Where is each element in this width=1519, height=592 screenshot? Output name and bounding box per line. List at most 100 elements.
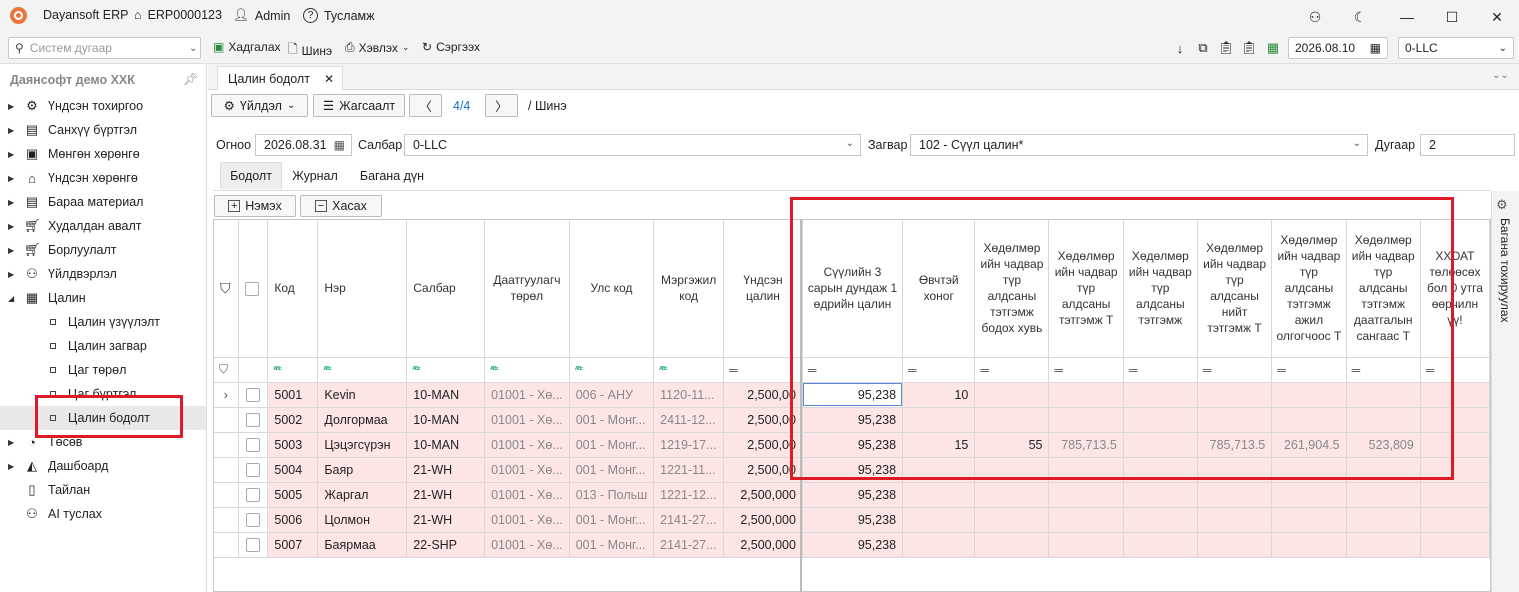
row-checkbox[interactable] — [246, 387, 261, 402]
robot-icon[interactable]: ⚇ — [1300, 6, 1330, 28]
row-indicator[interactable] — [214, 432, 239, 458]
table-cell[interactable]: 001 - Монг... — [569, 457, 655, 483]
sidebar-item-after-2[interactable]: ▯ Тайлан — [0, 478, 206, 502]
table-row[interactable]: 5003 Цэцэгсүрэн 10-MAN 01001 - Хө... 001 - М… — [214, 432, 1490, 458]
table-cell[interactable]: Баярмаа — [317, 532, 408, 558]
table-cell[interactable]: 5003 — [267, 432, 319, 458]
expand-icon[interactable]: ▶ — [8, 270, 20, 279]
sidebar-item-7[interactable]: ▶ ⚇ Үйлдвэрлэл — [0, 262, 206, 286]
expand-icon[interactable]: ▶ — [8, 462, 20, 471]
table-cell[interactable]: 1221-12... — [653, 482, 725, 508]
table-cell[interactable]: 261,904.5 — [1271, 432, 1347, 458]
table-cell[interactable] — [1123, 457, 1198, 483]
table-cell[interactable]: 95,238 — [802, 432, 904, 458]
table-cell[interactable] — [1346, 532, 1421, 558]
select-all-checkbox[interactable] — [244, 281, 259, 296]
expand-icon[interactable]: ▶ — [8, 198, 20, 207]
table-cell[interactable]: 15 — [902, 432, 976, 458]
tab-journal[interactable]: Журнал — [285, 162, 345, 189]
row-checkbox-cell[interactable] — [238, 457, 269, 483]
collapse-icon[interactable]: ⌄⌄ — [1492, 70, 1509, 81]
number-filter[interactable]: ═ — [1346, 357, 1421, 383]
row-indicator[interactable] — [214, 482, 239, 508]
table-cell[interactable]: 21-WH — [406, 507, 486, 533]
table-cell[interactable] — [1271, 457, 1347, 483]
table-cell[interactable]: 013 - Польш — [569, 482, 655, 508]
column-header[interactable]: Мэргэжил код — [653, 220, 725, 358]
print-button[interactable]: ⎙ Хэвлэх ⌄ — [345, 40, 409, 55]
column-header[interactable]: Нэр — [317, 220, 408, 358]
table-cell[interactable]: 1120-11... — [653, 382, 725, 408]
expand-icon[interactable]: ▶ — [8, 126, 20, 135]
sidebar-item-0[interactable]: ▶ ⚙ Үндсэн тохиргоо — [0, 94, 206, 118]
row-indicator[interactable] — [214, 407, 239, 433]
number-filter[interactable]: ═ — [1123, 357, 1198, 383]
table-cell[interactable] — [1420, 532, 1490, 558]
table-row[interactable]: 5002 Долгормаа 10-MAN 01001 - Хө... 001 - Мо… — [214, 407, 1490, 433]
row-indicator[interactable] — [214, 507, 239, 533]
number-field[interactable]: 2 — [1420, 134, 1515, 156]
table-cell[interactable]: 2411-12... — [653, 407, 725, 433]
table-cell[interactable]: 95,238 — [802, 382, 904, 408]
table-cell[interactable]: 95,238 — [802, 407, 904, 433]
help-menu[interactable]: ? Тусламж — [303, 8, 375, 23]
table-cell[interactable]: 55 — [974, 432, 1050, 458]
table-cell[interactable]: 01001 - Хө... — [484, 532, 570, 558]
table-cell[interactable]: 01001 - Хө... — [484, 482, 570, 508]
table-cell[interactable] — [1346, 382, 1421, 408]
table-cell[interactable] — [1346, 407, 1421, 433]
table-cell[interactable] — [974, 507, 1050, 533]
table-cell[interactable]: 01001 - Хө... — [484, 507, 570, 533]
table-row[interactable]: 5004 Баяр 21-WH 01001 - Хө... 001 - Монг... 1… — [214, 457, 1490, 483]
sidebar-subitem-1[interactable]: Цалин загвар — [0, 334, 206, 358]
refresh-button[interactable]: ↻ Сэргээх — [422, 40, 480, 54]
column-header[interactable]: Код — [267, 220, 319, 358]
row-checkbox-cell[interactable] — [238, 532, 269, 558]
text-filter[interactable]: ᴬᴮᶜ — [653, 357, 725, 383]
toolbar-branch-select[interactable]: 0-LLC ⌄ — [1398, 37, 1514, 59]
number-filter[interactable]: ═ — [1271, 357, 1347, 383]
table-cell[interactable] — [1197, 507, 1273, 533]
number-filter[interactable]: ═ — [1048, 357, 1124, 383]
sidebar-item-2[interactable]: ▶ ▣ Мөнгөн хөрөнгө — [0, 142, 206, 166]
moon-icon[interactable]: ☾ — [1345, 6, 1375, 28]
toolbar-date-field[interactable]: 2026.08.10 ▦ — [1288, 37, 1388, 59]
table-cell[interactable] — [974, 532, 1050, 558]
minimize-button[interactable]: — — [1392, 6, 1422, 28]
clipboard-check-icon[interactable]: 📋︎ — [1240, 39, 1258, 57]
column-header[interactable]: Өвчтэй хоног — [902, 220, 976, 358]
table-cell[interactable] — [1420, 482, 1490, 508]
download-icon[interactable]: ↓ — [1171, 39, 1189, 57]
table-cell[interactable]: 5001 — [267, 382, 319, 408]
table-cell[interactable]: 01001 - Хө... — [484, 407, 570, 433]
table-cell[interactable]: 21-WH — [406, 482, 486, 508]
sidebar-item-4[interactable]: ▶ ▤ Бараа материал — [0, 190, 206, 214]
sidebar-subitem-2[interactable]: Цаг төрөл — [0, 358, 206, 382]
table-cell[interactable] — [1346, 457, 1421, 483]
list-button[interactable]: ☰ Жагсаалт — [313, 94, 405, 117]
prev-button[interactable]: 〈 — [409, 94, 442, 117]
clipboard-icon[interactable]: 📋︎ — [1217, 39, 1235, 57]
table-cell[interactable]: 001 - Монг... — [569, 507, 655, 533]
table-cell[interactable]: Баяр — [317, 457, 408, 483]
table-cell[interactable] — [1420, 382, 1490, 408]
table-cell[interactable]: 01001 - Хө... — [484, 382, 570, 408]
table-cell[interactable] — [974, 382, 1050, 408]
table-cell[interactable] — [974, 457, 1050, 483]
template-select[interactable]: 102 - Сүүл цалин* ⌄ — [910, 134, 1368, 156]
sidebar-subitem-3[interactable]: Цаг бүртгэл — [0, 382, 206, 406]
sidebar-item-8[interactable]: ◢ ▦ Цалин — [0, 286, 206, 310]
table-cell[interactable] — [902, 507, 976, 533]
text-filter[interactable]: ᴬᴮᶜ — [569, 357, 655, 383]
salary-grid[interactable]: ⛉ Код Нэр Салбар Даатгуулагч төрөл Улс код Мэр… — [213, 219, 1491, 592]
filter-icon[interactable]: ⛉ — [214, 357, 239, 383]
sidebar-item-1[interactable]: ▶ ▤ Санхүү бүртгэл — [0, 118, 206, 142]
table-cell[interactable]: 5005 — [267, 482, 319, 508]
table-cell[interactable]: 10 — [902, 382, 976, 408]
table-cell[interactable] — [1048, 482, 1124, 508]
sidebar-item-3[interactable]: ▶ ⌂ Үндсэн хөрөнгө — [0, 166, 206, 190]
expand-icon[interactable]: ▶ — [8, 150, 20, 159]
table-cell[interactable] — [1048, 407, 1124, 433]
table-row[interactable]: 5007 Баярмаа 22-SHP 01001 - Хө... 001 - Монг… — [214, 532, 1490, 558]
column-header[interactable]: Хөдөлмөр ийн чадвар түр алдсаны тэтгэмж … — [1048, 220, 1124, 358]
